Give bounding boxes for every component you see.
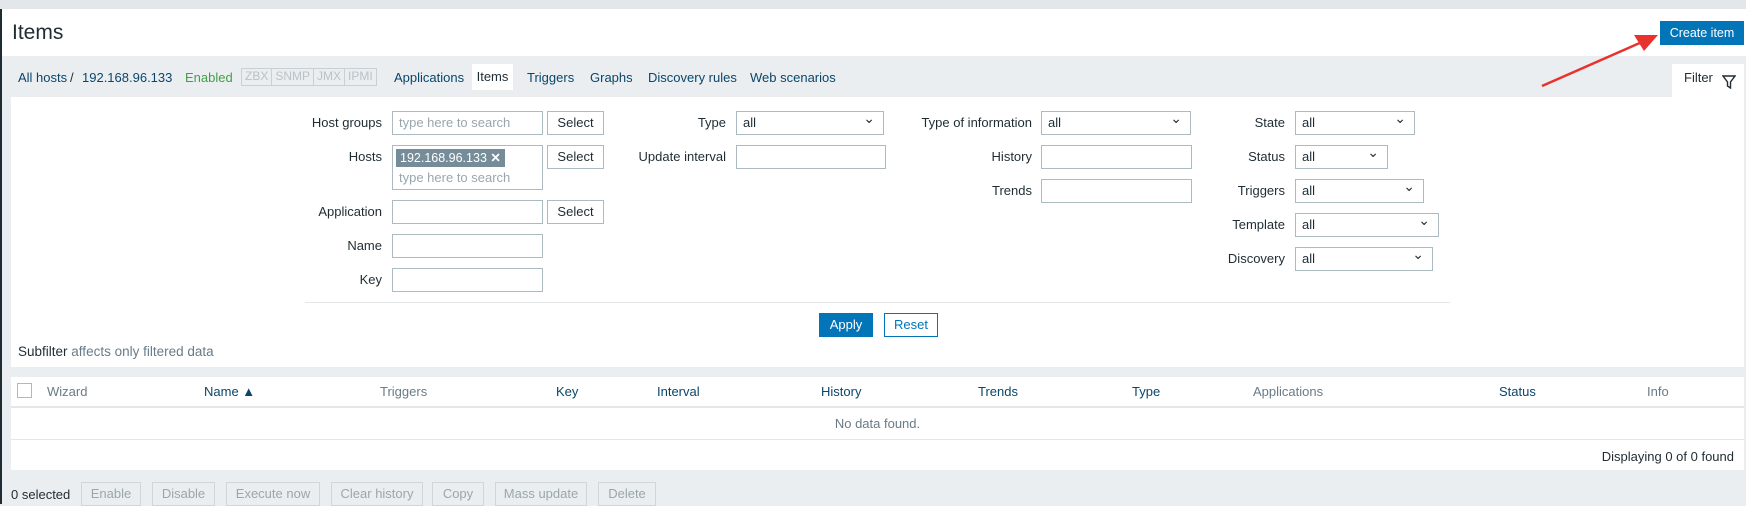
history-input[interactable] bbox=[1041, 145, 1192, 169]
interface-badges: ZBX SNMP JMX IPMI bbox=[241, 68, 377, 86]
host-chip-label: 192.168.96.133 bbox=[400, 151, 487, 165]
col-type[interactable]: Type bbox=[1132, 384, 1160, 399]
col-triggers: Triggers bbox=[380, 384, 428, 399]
template-select[interactable]: all bbox=[1295, 213, 1439, 237]
tab-applications[interactable]: Applications bbox=[394, 70, 464, 85]
badge-jmx: JMX bbox=[314, 69, 346, 85]
application-label: Application bbox=[318, 204, 382, 219]
badge-zbx: ZBX bbox=[242, 69, 273, 85]
status-label: Status bbox=[1248, 149, 1285, 164]
subfilter-label: Subfilter bbox=[18, 344, 68, 359]
history-label: History bbox=[991, 149, 1032, 164]
tab-discovery-rules[interactable]: Discovery rules bbox=[648, 70, 737, 85]
type-select[interactable]: all bbox=[736, 111, 884, 135]
discovery-select[interactable]: all bbox=[1295, 247, 1433, 271]
key-input[interactable] bbox=[392, 268, 543, 292]
state-label: State bbox=[1254, 115, 1285, 130]
key-label: Key bbox=[359, 272, 382, 287]
header-divider bbox=[11, 406, 1744, 408]
col-key[interactable]: Key bbox=[556, 384, 578, 399]
application-input[interactable] bbox=[392, 200, 543, 224]
create-item-button[interactable]: Create item bbox=[1660, 21, 1744, 45]
execute-now-button[interactable]: Execute now bbox=[226, 482, 320, 506]
host-groups-select-button[interactable]: Select bbox=[547, 111, 604, 135]
application-select-button[interactable]: Select bbox=[547, 200, 604, 224]
left-edge bbox=[0, 9, 2, 504]
host-status[interactable]: Enabled bbox=[185, 70, 233, 85]
badge-snmp: SNMP bbox=[272, 69, 315, 85]
table-footer-count: Displaying 0 of 0 found bbox=[1601, 449, 1734, 464]
page-title: Items bbox=[12, 21, 64, 44]
type-label: Type bbox=[697, 115, 726, 130]
top-strip bbox=[0, 0, 1746, 9]
reset-button[interactable]: Reset bbox=[884, 313, 938, 337]
host-groups-input[interactable]: type here to search bbox=[392, 111, 543, 135]
breadcrumb-separator: / bbox=[70, 70, 74, 85]
col-applications: Applications bbox=[1253, 384, 1324, 399]
hosts-select-button[interactable]: Select bbox=[547, 145, 604, 169]
copy-button[interactable]: Copy bbox=[432, 482, 484, 506]
update-interval-label: Update interval bbox=[638, 149, 726, 164]
enable-button[interactable]: Enable bbox=[81, 482, 141, 506]
col-trends[interactable]: Trends bbox=[978, 384, 1018, 399]
annotation-arrow-icon bbox=[1541, 35, 1658, 88]
filter-funnel-icon bbox=[1721, 71, 1737, 99]
filter-tab-label: Filter bbox=[1684, 70, 1713, 85]
status-select[interactable]: all bbox=[1295, 145, 1388, 169]
apply-button[interactable]: Apply bbox=[819, 313, 873, 337]
badge-ipmi: IPMI bbox=[348, 69, 373, 83]
hosts-label: Hosts bbox=[348, 149, 382, 164]
col-status[interactable]: Status bbox=[1499, 384, 1536, 399]
select-all-checkbox[interactable] bbox=[17, 383, 32, 398]
col-info: Info bbox=[1647, 384, 1669, 399]
remove-chip-icon[interactable]: ✕ bbox=[490, 151, 500, 165]
subfilter-text: Subfilter affects only filtered data bbox=[18, 344, 214, 359]
state-select[interactable]: all bbox=[1295, 111, 1415, 135]
name-label: Name bbox=[347, 238, 382, 253]
subfilter-note: affects only filtered data bbox=[71, 344, 214, 359]
name-input[interactable] bbox=[392, 234, 543, 258]
type-of-information-label: Type of information bbox=[921, 115, 1032, 130]
col-name[interactable]: Name ▲ bbox=[204, 384, 255, 399]
tab-graphs[interactable]: Graphs bbox=[590, 70, 633, 85]
hosts-multiselect[interactable]: 192.168.96.133 ✕ type here to search bbox=[392, 145, 543, 190]
breadcrumb-all-hosts[interactable]: All hosts bbox=[18, 70, 67, 85]
no-data-message: No data found. bbox=[834, 416, 921, 431]
disable-button[interactable]: Disable bbox=[152, 482, 215, 506]
host-groups-label: Host groups bbox=[311, 115, 382, 130]
host-chip: 192.168.96.133 ✕ bbox=[396, 149, 505, 167]
tab-items[interactable]: Items bbox=[472, 64, 513, 90]
selected-count: 0 selected bbox=[11, 487, 71, 502]
mass-update-button[interactable]: Mass update bbox=[495, 482, 587, 506]
type-of-information-select[interactable]: all bbox=[1041, 111, 1191, 135]
update-interval-input[interactable] bbox=[736, 145, 886, 169]
triggers-label: Triggers bbox=[1237, 183, 1285, 198]
col-history[interactable]: History bbox=[821, 384, 861, 399]
clear-history-button[interactable]: Clear history bbox=[331, 482, 423, 506]
triggers-select[interactable]: all bbox=[1295, 179, 1424, 203]
filter-panel bbox=[11, 97, 1744, 367]
filter-tab[interactable]: Filter bbox=[1672, 64, 1744, 98]
tab-web-scenarios[interactable]: Web scenarios bbox=[750, 70, 836, 85]
tab-triggers[interactable]: Triggers bbox=[527, 70, 574, 85]
col-wizard: Wizard bbox=[47, 384, 88, 399]
delete-button[interactable]: Delete bbox=[598, 482, 656, 506]
hosts-search[interactable]: type here to search bbox=[399, 170, 510, 185]
trends-label: Trends bbox=[992, 183, 1032, 198]
template-label: Template bbox=[1232, 217, 1285, 232]
header-bar bbox=[2, 9, 1746, 56]
breadcrumb-host[interactable]: 192.168.96.133 bbox=[82, 70, 172, 85]
col-interval[interactable]: Interval bbox=[657, 384, 700, 399]
trends-input[interactable] bbox=[1041, 179, 1192, 203]
row-divider bbox=[11, 439, 1744, 440]
discovery-label: Discovery bbox=[1227, 251, 1285, 266]
filter-divider bbox=[305, 302, 1450, 303]
